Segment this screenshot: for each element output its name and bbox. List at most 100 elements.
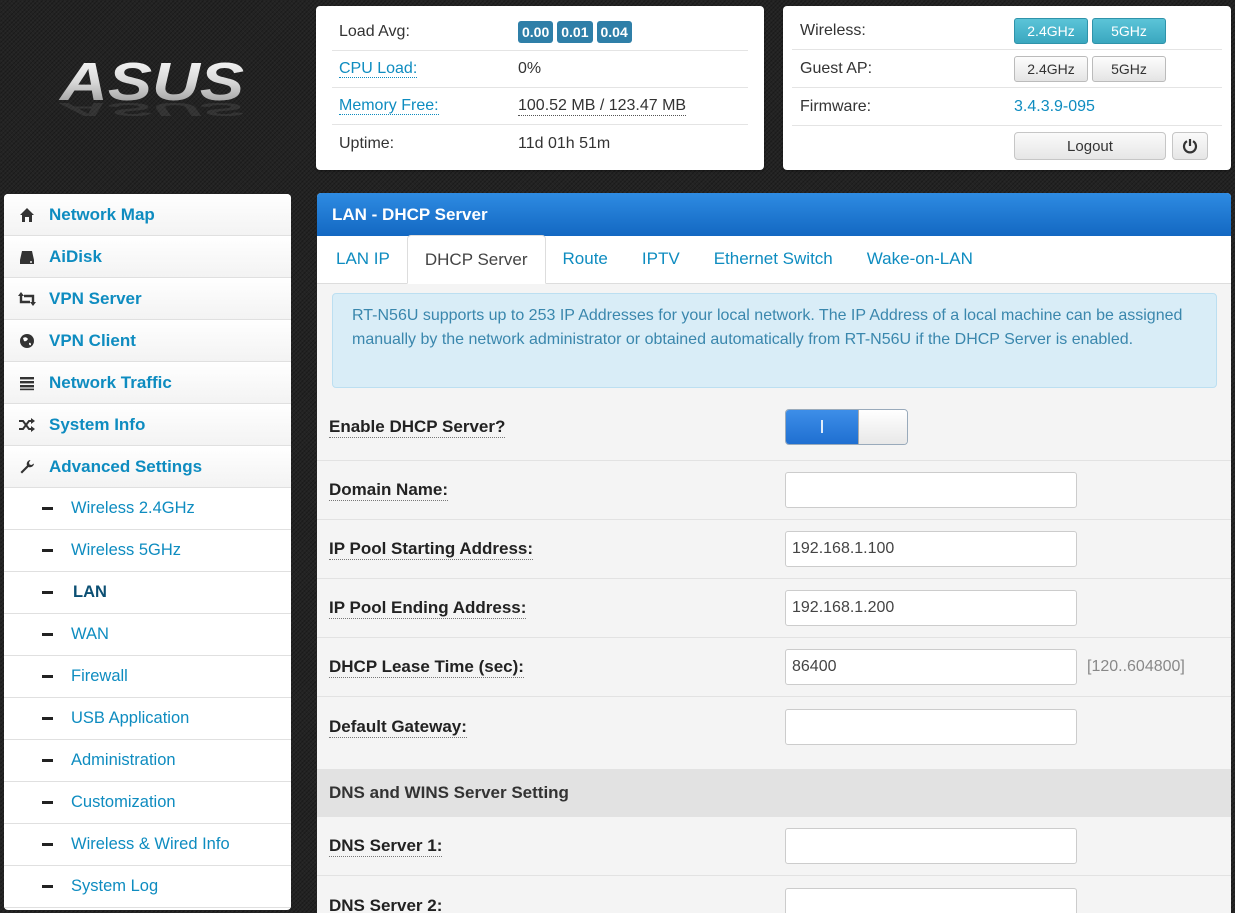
logout-row: Logout <box>792 126 1222 166</box>
sidebar-subitem-firewall[interactable]: Firewall <box>4 656 291 698</box>
sidebar-item-label[interactable]: System Info <box>49 415 145 435</box>
sidebar-item-label[interactable]: Network Map <box>49 205 155 225</box>
dash-icon <box>42 675 53 678</box>
dns2-input[interactable] <box>785 887 1077 913</box>
sidebar-subitem-label[interactable]: USB Application <box>71 709 189 728</box>
pool-end-input[interactable] <box>785 590 1077 626</box>
settings-form: RT-N56U supports up to 253 IP Addresses … <box>317 284 1231 913</box>
tab-iptv[interactable]: IPTV <box>625 235 697 283</box>
sidebar-item-network-map[interactable]: Network Map <box>4 194 291 236</box>
sidebar-subitem-customization[interactable]: Customization <box>4 782 291 824</box>
home-icon <box>4 207 49 223</box>
lease-time-hint: [120..604800] <box>1087 658 1185 675</box>
lease-time-label: DHCP Lease Time (sec): <box>329 657 524 678</box>
sidebar-item-vpn-server[interactable]: VPN Server <box>4 278 291 320</box>
sidebar-item-vpn-client[interactable]: VPN Client <box>4 320 291 362</box>
load-avg-label: Load Avg: <box>339 23 410 40</box>
tab-ethernet-switch[interactable]: Ethernet Switch <box>697 235 850 283</box>
vpn-server-icon <box>4 291 49 307</box>
sidebar-item-aidisk[interactable]: AiDisk <box>4 236 291 278</box>
sidebar-item-label[interactable]: AiDisk <box>49 247 102 267</box>
cpu-load-label[interactable]: CPU Load: <box>339 60 418 78</box>
pool-start-input[interactable] <box>785 531 1077 567</box>
reboot-button[interactable] <box>1172 132 1208 160</box>
toggle-on-indicator: I <box>786 410 858 444</box>
dash-icon <box>42 843 53 846</box>
guest-ap-label: Guest AP: <box>800 59 873 77</box>
list-icon <box>4 375 49 391</box>
uptime-label: Uptime: <box>339 134 395 152</box>
radio-status-panel: Wireless: 2.4GHz 5GHz Guest AP: 2.4GHz 5… <box>783 6 1231 170</box>
sidebar-item-label[interactable]: VPN Client <box>49 331 136 351</box>
sidebar-subitem-administration[interactable]: Administration <box>4 740 291 782</box>
default-gateway-input[interactable] <box>785 708 1077 745</box>
domain-name-input[interactable] <box>785 472 1077 508</box>
wireless-24ghz-button[interactable]: 2.4GHz <box>1014 17 1088 44</box>
memory-free-value: 100.52 MB / 123.47 MB <box>518 96 687 116</box>
info-message: RT-N56U supports up to 253 IP Addresses … <box>332 293 1217 388</box>
sidebar-item-network-traffic[interactable]: Network Traffic <box>4 362 291 404</box>
memory-free-label[interactable]: Memory Free: <box>339 97 439 115</box>
cpu-load-row: CPU Load: 0% <box>332 51 748 88</box>
lease-time-input[interactable] <box>785 649 1077 685</box>
sidebar-subitem-label[interactable]: Customization <box>71 793 176 812</box>
sidebar-subitem-label[interactable]: Firewall <box>71 667 128 686</box>
dash-icon <box>42 717 53 720</box>
domain-name-label: Domain Name: <box>329 480 449 501</box>
toggle-knob <box>858 410 907 444</box>
wireless-5ghz-button[interactable]: 5GHz <box>1092 17 1166 44</box>
dash-icon <box>42 633 53 636</box>
sidebar-subitem-lan[interactable]: LAN <box>4 572 291 614</box>
sidebar-subitem-label[interactable]: LAN <box>73 583 107 602</box>
asus-logo: ASUS ASUS <box>58 52 244 120</box>
tab-dhcp-server[interactable]: DHCP Server <box>406 235 546 284</box>
dash-icon <box>42 591 53 594</box>
dash-icon <box>42 885 53 888</box>
sidebar-subitem-wireless-wired-info[interactable]: Wireless & Wired Info <box>4 824 291 866</box>
sidebar: Network Map AiDisk VPN Server VPN Client… <box>4 194 291 910</box>
sidebar-item-advanced-settings[interactable]: Advanced Settings <box>4 446 291 488</box>
sidebar-subitem-wireless-24ghz[interactable]: Wireless 2.4GHz <box>4 488 291 530</box>
sidebar-item-system-info[interactable]: System Info <box>4 404 291 446</box>
enable-dhcp-row: Enable DHCP Server? I <box>317 388 1231 461</box>
sidebar-item-label[interactable]: Network Traffic <box>49 373 172 393</box>
shuffle-icon <box>4 417 49 433</box>
sidebar-item-label[interactable]: Advanced Settings <box>49 457 202 477</box>
tab-wake-on-lan[interactable]: Wake-on-LAN <box>850 235 990 283</box>
guest-5ghz-button[interactable]: 5GHz <box>1092 55 1166 82</box>
sidebar-subitem-label[interactable]: Wireless 2.4GHz <box>71 499 195 518</box>
sidebar-subitem-wan[interactable]: WAN <box>4 614 291 656</box>
page-title: LAN - DHCP Server <box>317 193 1231 236</box>
dash-icon <box>42 759 53 762</box>
guest-24ghz-button[interactable]: 2.4GHz <box>1014 55 1088 82</box>
cpu-load-link[interactable]: CPU Load: <box>332 60 518 78</box>
wireless-label: Wireless: <box>800 21 866 39</box>
sidebar-subitem-label[interactable]: System Log <box>71 877 158 896</box>
dns-section-header: DNS and WINS Server Setting <box>317 769 1231 817</box>
dns2-row: DNS Server 2: <box>317 876 1231 913</box>
sidebar-item-label[interactable]: VPN Server <box>49 289 142 309</box>
load-avg-5: 0.01 <box>557 21 593 43</box>
dash-icon <box>42 507 53 510</box>
sidebar-subitem-system-log[interactable]: System Log <box>4 866 291 908</box>
system-status-panel: Load Avg: 0.00 0.01 0.04 CPU Load: 0% Memo… <box>316 6 764 170</box>
main-content: LAN - DHCP Server LAN IP DHCP Server Rou… <box>317 193 1231 913</box>
firmware-row: Firmware: 3.4.3.9-095 <box>792 88 1222 126</box>
sidebar-subitem-label[interactable]: Administration <box>71 751 176 770</box>
default-gateway-row: Default Gateway: <box>317 697 1231 756</box>
sidebar-subitem-label[interactable]: WAN <box>71 625 109 644</box>
memory-free-link[interactable]: Memory Free: <box>332 97 518 115</box>
sidebar-subitem-usb-application[interactable]: USB Application <box>4 698 291 740</box>
firmware-version-link[interactable]: 3.4.3.9-095 <box>1014 98 1095 116</box>
cpu-load-value: 0% <box>518 60 542 77</box>
logout-button[interactable]: Logout <box>1014 132 1166 160</box>
sidebar-subitem-label[interactable]: Wireless & Wired Info <box>71 835 230 854</box>
wireless-row: Wireless: 2.4GHz 5GHz <box>792 12 1222 50</box>
sidebar-subitem-label[interactable]: Wireless 5GHz <box>71 541 181 560</box>
dns1-input[interactable] <box>785 828 1077 864</box>
sidebar-subitem-wireless-5ghz[interactable]: Wireless 5GHz <box>4 530 291 572</box>
enable-dhcp-toggle[interactable]: I <box>785 409 908 445</box>
tab-route[interactable]: Route <box>546 235 625 283</box>
tab-lan-ip[interactable]: LAN IP <box>319 235 407 283</box>
dns1-row: DNS Server 1: <box>317 817 1231 876</box>
